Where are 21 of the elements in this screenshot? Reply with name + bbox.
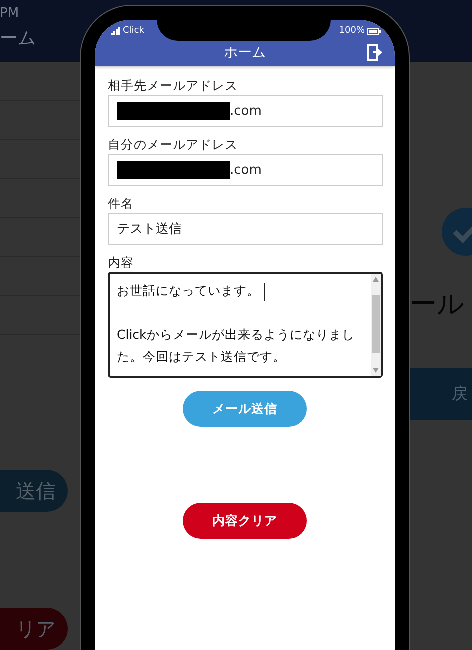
header-title: ホーム xyxy=(224,44,266,62)
input-field[interactable]: テスト送信 xyxy=(108,213,383,245)
signal-icon xyxy=(111,27,121,35)
field-label: 内容 xyxy=(108,255,135,270)
logout-icon[interactable] xyxy=(367,44,383,61)
background-title: ーム xyxy=(0,28,36,50)
text-cursor xyxy=(264,282,265,301)
message-textarea[interactable]: お世話になっています。 Clickからメールが出来るようになりました。今回はテスト送信です。 xyxy=(108,272,383,378)
time-text: PM xyxy=(0,6,20,22)
input-field[interactable]: .com xyxy=(108,95,383,127)
field-label: 件名 xyxy=(108,196,135,211)
battery-icon xyxy=(367,28,381,34)
carrier-text: Click xyxy=(123,26,144,36)
field-label: 相手先メールアドレス xyxy=(108,78,239,93)
scroll-up-arrow-icon[interactable] xyxy=(373,277,379,282)
clear-button[interactable]: 内容クリア xyxy=(183,503,307,539)
field-label: 自分のメールアドレス xyxy=(108,137,239,152)
battery-text: 100% xyxy=(339,26,365,36)
input-field[interactable]: .com xyxy=(108,154,383,186)
scrollbar[interactable] xyxy=(371,274,381,376)
scroll-down-arrow-icon[interactable] xyxy=(373,368,379,373)
